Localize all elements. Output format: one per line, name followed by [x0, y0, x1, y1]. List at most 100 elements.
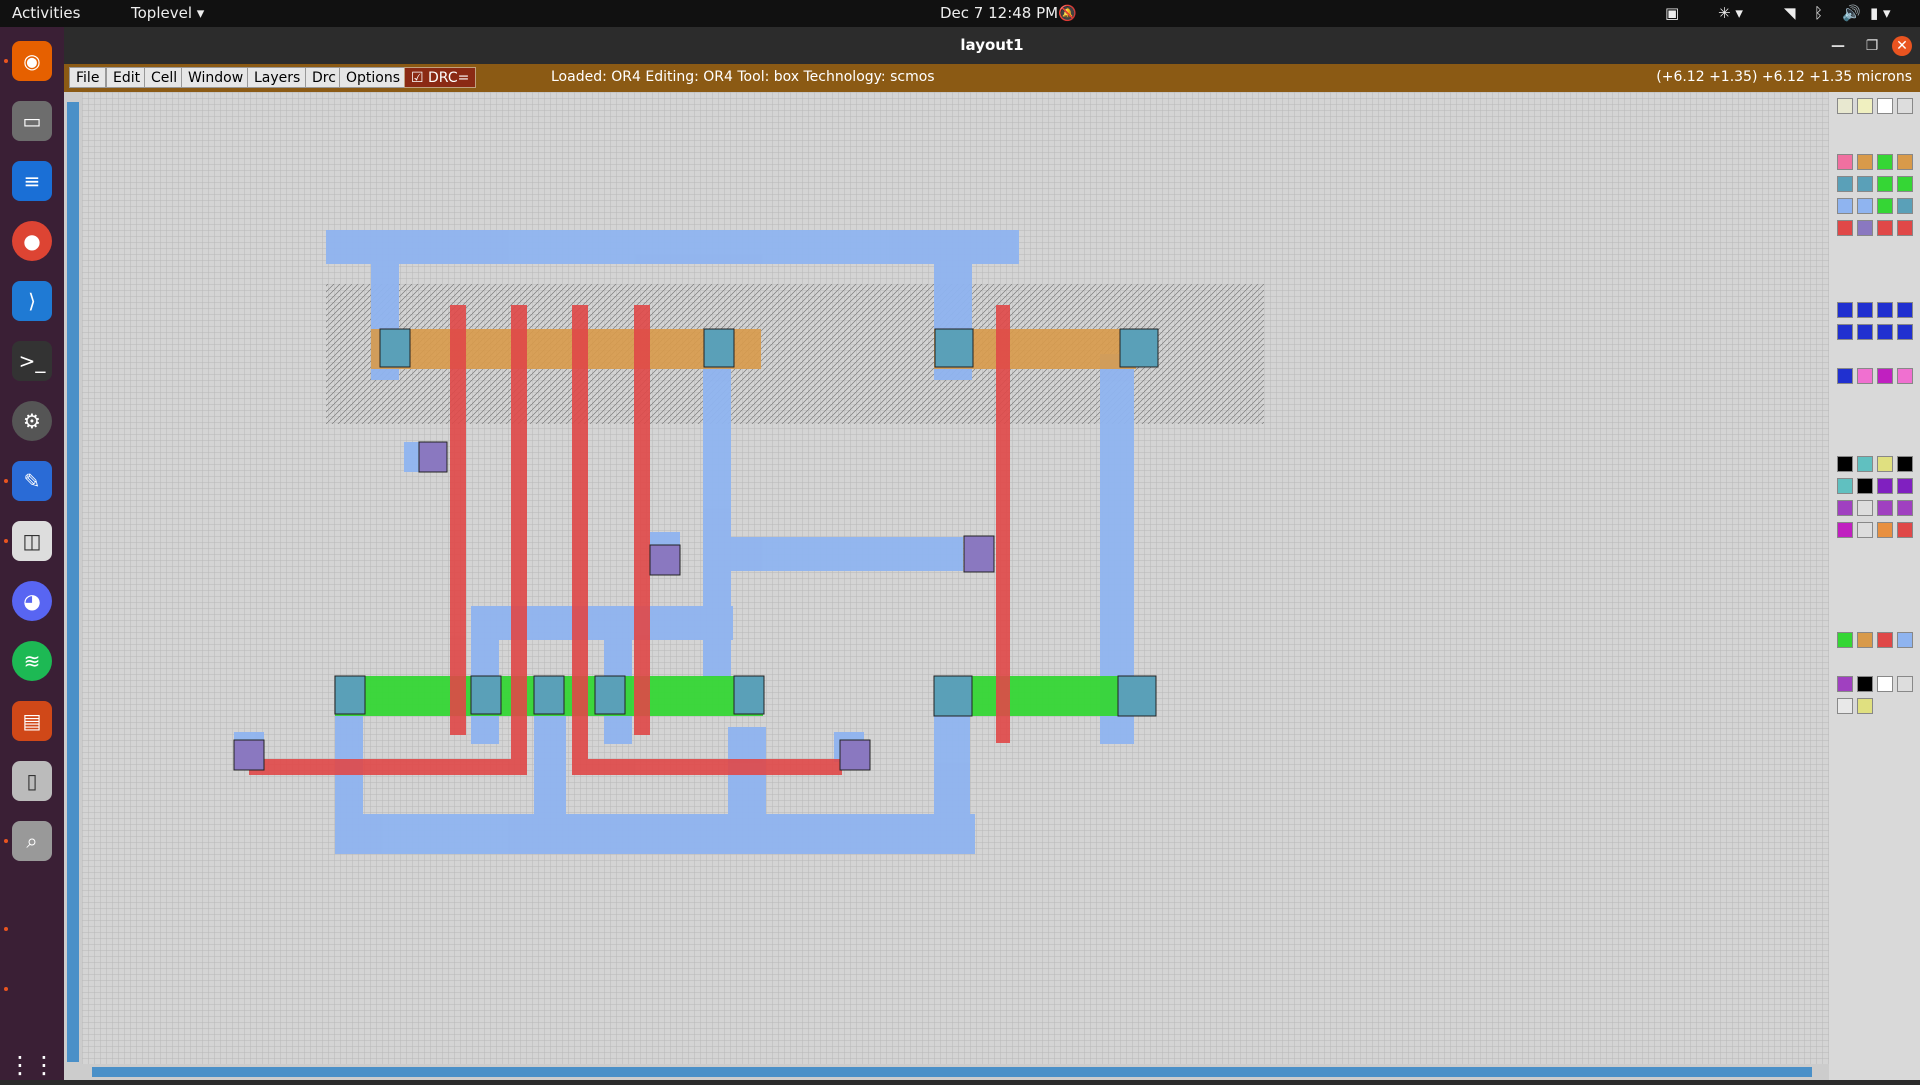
layer-swatch[interactable] [1897, 368, 1913, 384]
layer-swatch[interactable] [1857, 98, 1873, 114]
layer-swatch[interactable] [1897, 324, 1913, 340]
maximize-icon[interactable]: ❐ [1862, 36, 1882, 56]
vertical-scroll-thumb[interactable] [67, 102, 79, 1062]
layer-swatch[interactable] [1857, 154, 1873, 170]
layer-swatch[interactable] [1897, 176, 1913, 192]
layer-swatch[interactable] [1877, 500, 1893, 516]
layer-palette[interactable] [1829, 92, 1920, 1080]
layer-swatch[interactable] [1857, 198, 1873, 214]
terminal-icon[interactable]: >_ [12, 341, 52, 381]
layer-swatch[interactable] [1837, 154, 1853, 170]
layer-swatch[interactable] [1837, 456, 1853, 472]
spotify-icon[interactable]: ≋ [12, 641, 52, 681]
layer-swatch[interactable] [1857, 676, 1873, 692]
menu-cell[interactable]: Cell [144, 67, 185, 88]
wifi-icon[interactable]: ◥ [1784, 4, 1796, 22]
reader-icon[interactable]: ◫ [12, 521, 52, 561]
layer-swatch[interactable] [1877, 456, 1893, 472]
discord-icon[interactable]: ◕ [12, 581, 52, 621]
layer-swatch[interactable] [1897, 98, 1913, 114]
chrome-icon[interactable]: ● [12, 221, 52, 261]
layer-swatch[interactable] [1837, 176, 1853, 192]
layer-swatch[interactable] [1877, 478, 1893, 494]
menu-window[interactable]: Window [181, 67, 251, 88]
layer-swatch[interactable] [1837, 522, 1853, 538]
layer-swatch[interactable] [1857, 176, 1873, 192]
layout-drawing[interactable] [64, 92, 1829, 1080]
layer-swatch[interactable] [1837, 368, 1853, 384]
vscode-icon[interactable]: ⟩ [12, 281, 52, 321]
menu-edit[interactable]: Edit [106, 67, 148, 88]
layer-swatch[interactable] [1877, 324, 1893, 340]
layer-swatch[interactable] [1877, 676, 1893, 692]
layer-swatch[interactable] [1857, 522, 1873, 538]
layer-swatch[interactable] [1877, 368, 1893, 384]
layer-swatch[interactable] [1897, 676, 1913, 692]
app-menu[interactable]: Toplevel ▾ [131, 4, 204, 22]
battery-icon[interactable]: ▮ ▾ [1870, 4, 1891, 22]
firefox-icon[interactable]: ◉ [12, 41, 52, 81]
layer-swatch[interactable] [1877, 154, 1893, 170]
horizontal-scroll-thumb[interactable] [92, 1067, 1812, 1077]
drc-toggle-button[interactable]: ☑ DRC= [404, 67, 477, 88]
layer-swatch[interactable] [1877, 632, 1893, 648]
layer-swatch[interactable] [1857, 368, 1873, 384]
menu-layers[interactable]: Layers [247, 67, 308, 88]
layer-swatch[interactable] [1877, 198, 1893, 214]
horizontal-scrollbar[interactable] [82, 1064, 1829, 1080]
menu-options[interactable]: Options [339, 67, 408, 88]
layer-swatch[interactable] [1877, 302, 1893, 318]
layer-swatch[interactable] [1877, 220, 1893, 236]
layer-swatch[interactable] [1877, 176, 1893, 192]
usb-icon[interactable]: ▯ [12, 761, 52, 801]
menu-drc[interactable]: Drc [305, 67, 343, 88]
close-icon[interactable]: ✕ [1892, 36, 1912, 56]
layer-swatch[interactable] [1857, 500, 1873, 516]
vertical-scrollbar[interactable] [64, 92, 82, 1080]
layer-swatch[interactable] [1897, 632, 1913, 648]
show-apps-icon[interactable]: ⋮⋮ [8, 1045, 56, 1085]
layer-swatch[interactable] [1897, 500, 1913, 516]
writer-icon[interactable]: ≡ [12, 161, 52, 201]
layer-swatch[interactable] [1897, 478, 1913, 494]
layer-swatch[interactable] [1837, 676, 1853, 692]
layer-swatch[interactable] [1877, 98, 1893, 114]
layer-swatch[interactable] [1837, 220, 1853, 236]
magnifier-icon[interactable]: ⌕ [12, 821, 52, 861]
gamepad-icon[interactable]: ▣ [1665, 4, 1679, 22]
layer-swatch[interactable] [1857, 456, 1873, 472]
clock[interactable]: Dec 7 12:48 PM [940, 4, 1058, 22]
volume-icon[interactable]: 🔊 [1842, 4, 1861, 22]
layer-swatch[interactable] [1837, 698, 1853, 714]
layer-swatch[interactable] [1837, 632, 1853, 648]
layer-swatch[interactable] [1857, 324, 1873, 340]
menu-file[interactable]: File [69, 67, 107, 88]
layer-swatch[interactable] [1897, 456, 1913, 472]
layer-swatch[interactable] [1897, 302, 1913, 318]
bluetooth-icon[interactable]: ᛒ [1814, 4, 1823, 22]
pdiff-layer[interactable] [371, 329, 1136, 369]
layer-swatch[interactable] [1897, 198, 1913, 214]
layer-swatch[interactable] [1837, 198, 1853, 214]
layer-swatch[interactable] [1837, 478, 1853, 494]
layer-swatch[interactable] [1877, 522, 1893, 538]
layer-swatch[interactable] [1837, 324, 1853, 340]
layer-swatch[interactable] [1857, 302, 1873, 318]
editor-icon[interactable]: ✎ [12, 461, 52, 501]
activities-button[interactable]: Activities [12, 4, 80, 22]
settings-icon[interactable]: ⚙ [12, 401, 52, 441]
impress-icon[interactable]: ▤ [12, 701, 52, 741]
layer-swatch[interactable] [1857, 478, 1873, 494]
layer-swatch[interactable] [1857, 632, 1873, 648]
layer-swatch[interactable] [1897, 522, 1913, 538]
layer-swatch[interactable] [1897, 154, 1913, 170]
minimize-icon[interactable]: — [1828, 36, 1848, 56]
layer-swatch[interactable] [1897, 220, 1913, 236]
files-icon[interactable]: ▭ [12, 101, 52, 141]
layer-swatch[interactable] [1857, 698, 1873, 714]
layer-swatch[interactable] [1837, 500, 1853, 516]
layer-swatch[interactable] [1837, 302, 1853, 318]
layer-swatch[interactable] [1837, 98, 1853, 114]
layout-canvas[interactable] [64, 92, 1829, 1080]
layer-swatch[interactable] [1857, 220, 1873, 236]
